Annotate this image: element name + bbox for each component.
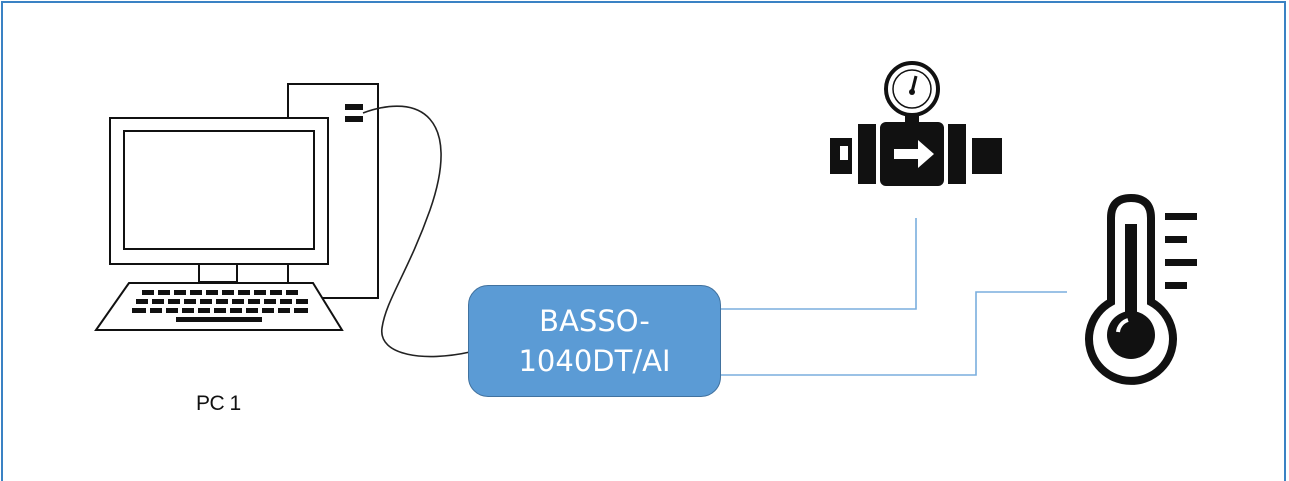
device-label-line-1: BASSO- [539, 304, 650, 338]
diagram-canvas [94, 61, 1197, 385]
pc-cable [362, 105, 471, 358]
temperature-sensor-line [721, 291, 1067, 376]
desktop-computer-icon [94, 83, 379, 331]
pc-keyboard [94, 282, 344, 331]
pc-monitor [109, 117, 329, 265]
pc-tower-slot [345, 116, 363, 122]
pc-label: PC 1 [196, 392, 241, 415]
thermometer-icon [1085, 193, 1197, 385]
flow-sensor-line [721, 218, 917, 310]
device-label-line-2: 1040DT/AI [518, 344, 671, 378]
pc-monitor-stand [198, 263, 238, 283]
flow-meter-icon [830, 61, 1002, 186]
pc-tower-slot [345, 104, 363, 110]
basso-device-box: BASSO- 1040DT/AI [468, 285, 721, 397]
